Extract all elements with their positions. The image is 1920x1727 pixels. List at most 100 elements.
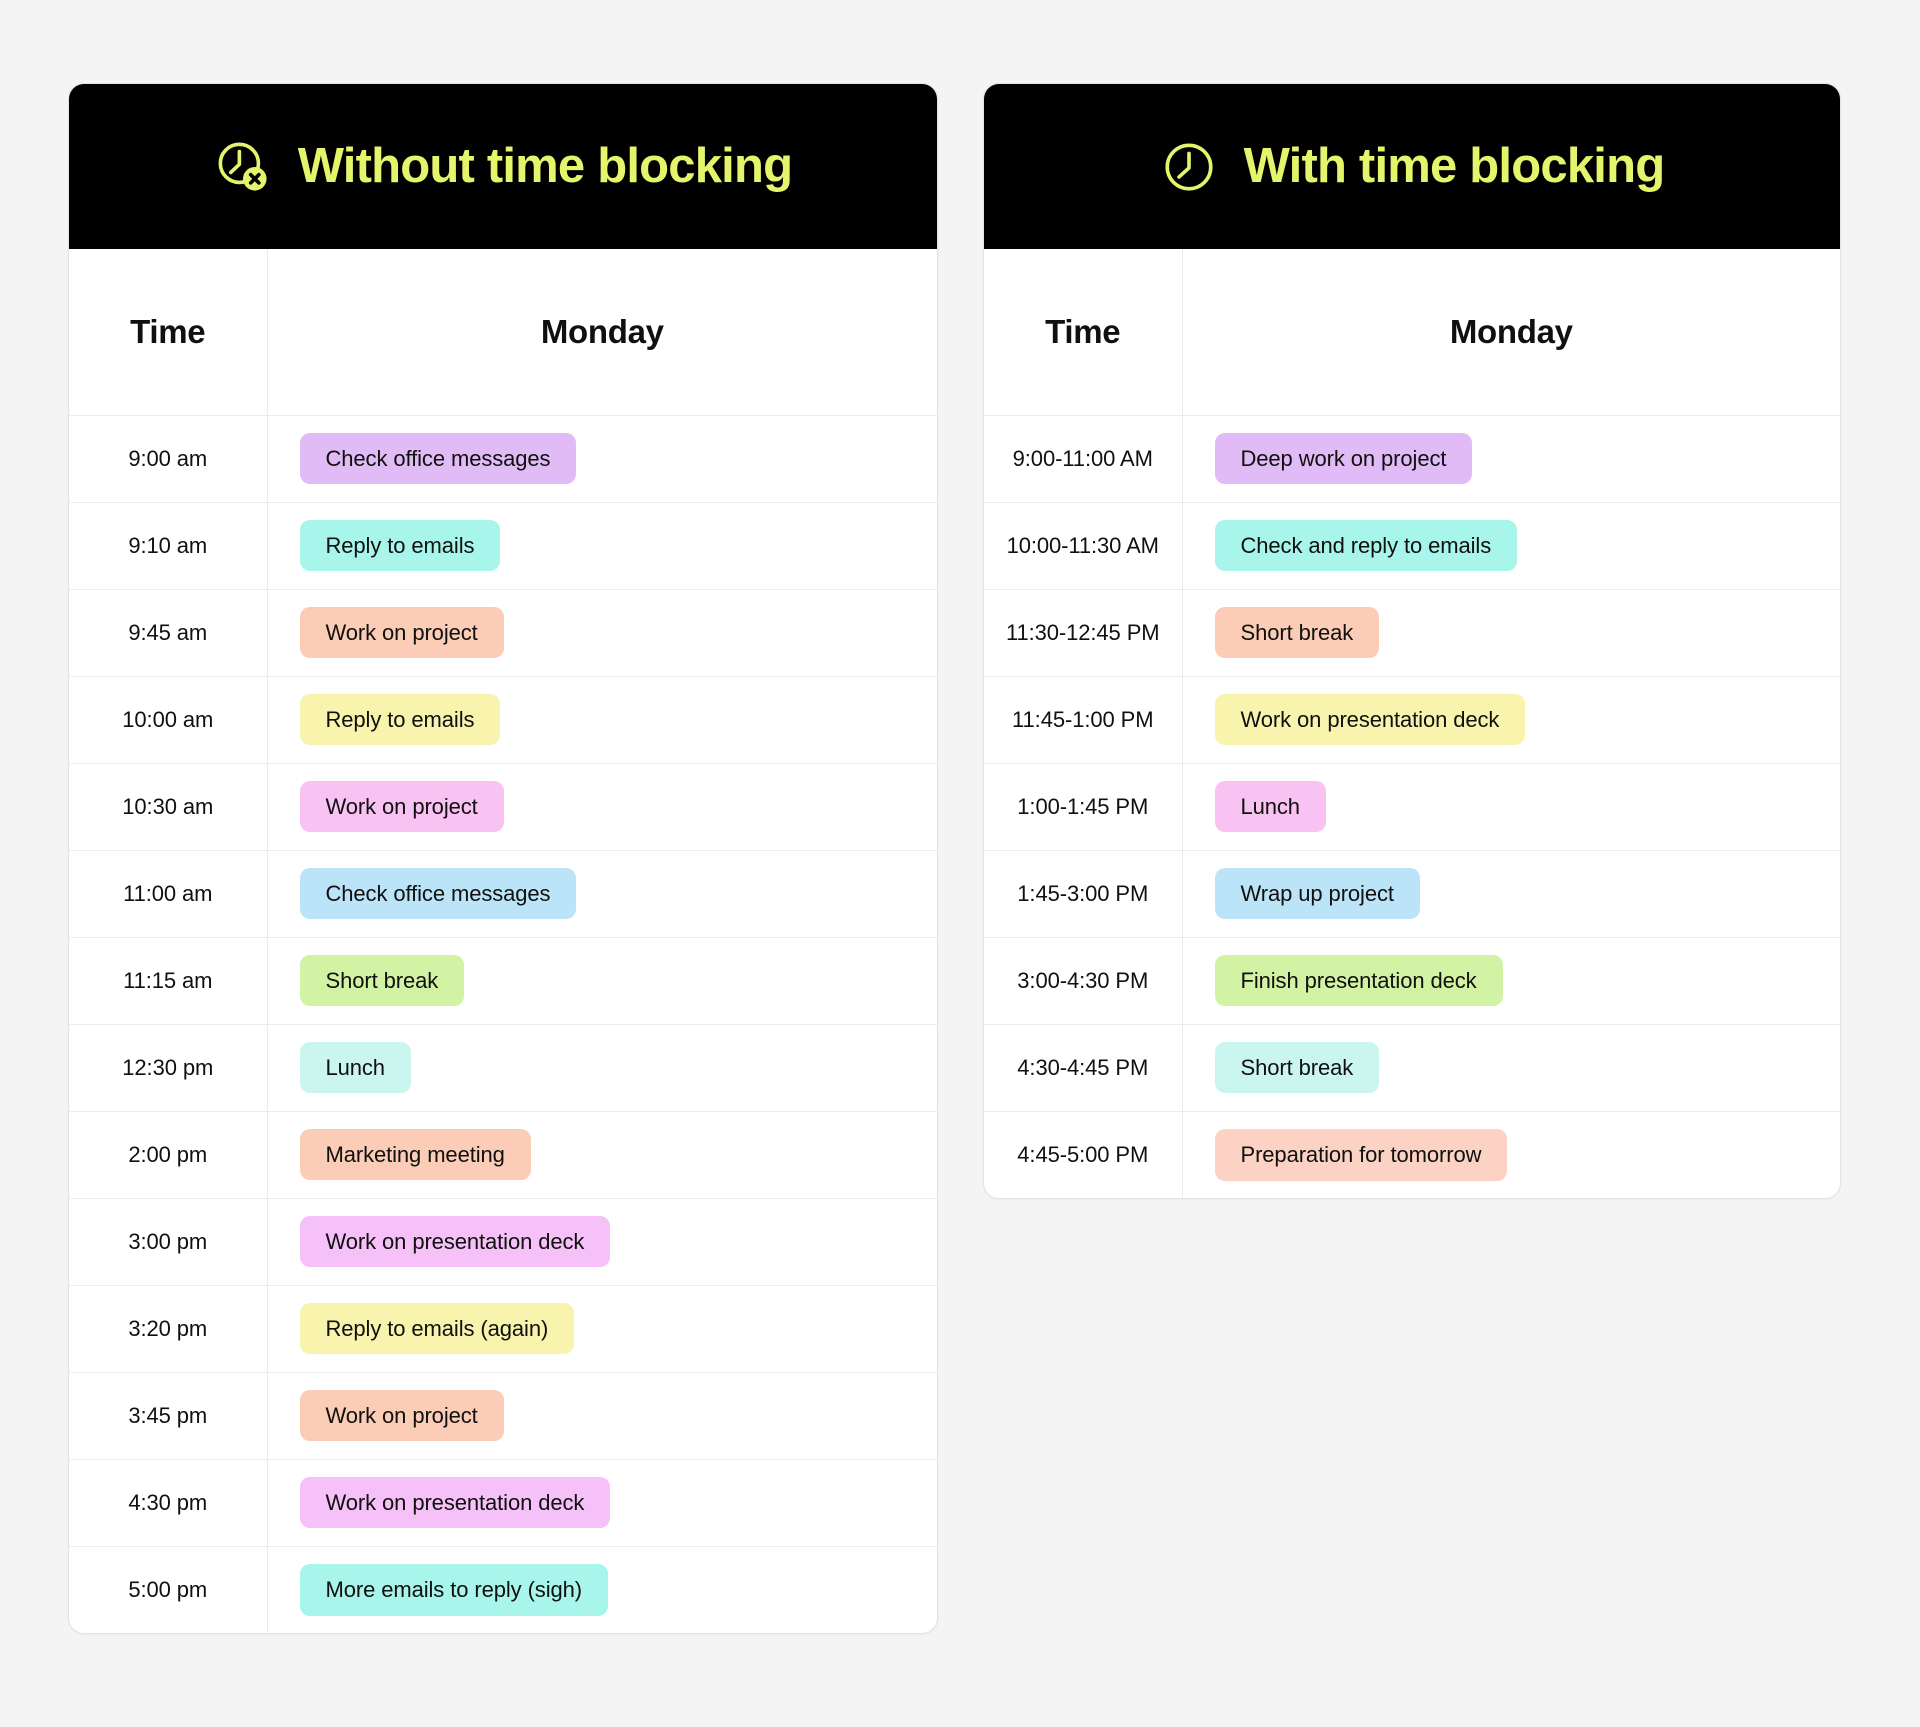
row-time: 3:00-4:30 PM	[984, 937, 1183, 1025]
table-row: 3:20 pm Reply to emails (again)	[69, 1285, 937, 1373]
task-tag[interactable]: Marketing meeting	[299, 1128, 531, 1181]
row-time: 12:30 pm	[69, 1024, 268, 1112]
row-task-cell: Check office messages	[267, 415, 937, 503]
page-root: Without time blocking Time Monday 9:00 a…	[0, 0, 1920, 1727]
task-tag[interactable]: Lunch	[1214, 780, 1326, 833]
task-tag[interactable]: Check office messages	[299, 867, 577, 920]
row-time: 9:10 am	[69, 502, 268, 590]
task-tag[interactable]: Short break	[1214, 1041, 1380, 1094]
row-time: 11:15 am	[69, 937, 268, 1025]
row-time: 9:45 am	[69, 589, 268, 677]
task-tag[interactable]: Short break	[299, 954, 465, 1007]
row-time: 1:45-3:00 PM	[984, 850, 1183, 938]
card-without-time-blocking: Without time blocking Time Monday 9:00 a…	[68, 83, 938, 1634]
table-row: 4:30 pm Work on presentation deck	[69, 1459, 937, 1547]
card-header-without: Without time blocking	[69, 84, 937, 249]
table-row: 12:30 pm Lunch	[69, 1024, 937, 1112]
task-tag[interactable]: Work on project	[299, 1389, 504, 1442]
comparison-cards: Without time blocking Time Monday 9:00 a…	[0, 83, 1920, 1634]
row-task-cell: Lunch	[267, 1024, 937, 1112]
task-tag[interactable]: Work on presentation deck	[1214, 693, 1526, 746]
table-row: 11:30-12:45 PM Short break	[984, 589, 1840, 677]
task-tag[interactable]: Short break	[1214, 606, 1380, 659]
table-row: 10:00-11:30 AM Check and reply to emails	[984, 502, 1840, 590]
row-time: 11:00 am	[69, 850, 268, 938]
table-row: 11:45-1:00 PM Work on presentation deck	[984, 676, 1840, 764]
row-task-cell: Short break	[267, 937, 937, 1025]
row-time: 4:30 pm	[69, 1459, 268, 1547]
row-time: 10:00-11:30 AM	[984, 502, 1183, 590]
table-row: 3:00 pm Work on presentation deck	[69, 1198, 937, 1286]
task-tag[interactable]: Work on presentation deck	[299, 1215, 611, 1268]
task-tag[interactable]: Reply to emails	[299, 693, 501, 746]
task-tag[interactable]: Work on project	[299, 606, 504, 659]
table-row: 9:45 am Work on project	[69, 589, 937, 677]
row-time: 11:30-12:45 PM	[984, 589, 1183, 677]
row-task-cell: More emails to reply (sigh)	[267, 1546, 937, 1633]
task-tag[interactable]: Work on project	[299, 780, 504, 833]
row-time: 10:00 am	[69, 676, 268, 764]
row-task-cell: Deep work on project	[1182, 415, 1840, 503]
row-task-cell: Short break	[1182, 589, 1840, 677]
row-task-cell: Finish presentation deck	[1182, 937, 1840, 1025]
row-time: 2:00 pm	[69, 1111, 268, 1199]
table-row: 10:30 am Work on project	[69, 763, 937, 851]
task-tag[interactable]: Check office messages	[299, 432, 577, 485]
table-row: 2:00 pm Marketing meeting	[69, 1111, 937, 1199]
table-row: 4:45-5:00 PM Preparation for tomorrow	[984, 1111, 1840, 1198]
row-task-cell: Lunch	[1182, 763, 1840, 851]
task-tag[interactable]: Preparation for tomorrow	[1214, 1128, 1508, 1181]
column-header-time: Time	[984, 249, 1183, 416]
row-time: 4:45-5:00 PM	[984, 1111, 1183, 1198]
task-tag[interactable]: Reply to emails (again)	[299, 1302, 575, 1355]
task-tag[interactable]: Check and reply to emails	[1214, 519, 1518, 572]
row-task-cell: Work on project	[267, 1372, 937, 1460]
row-time: 9:00 am	[69, 415, 268, 503]
row-task-cell: Reply to emails	[267, 502, 937, 590]
table-row: 1:00-1:45 PM Lunch	[984, 763, 1840, 851]
task-tag[interactable]: Lunch	[299, 1041, 411, 1094]
table-body-with: 9:00-11:00 AM Deep work on project 10:00-1…	[984, 415, 1840, 1198]
row-task-cell: Preparation for tomorrow	[1182, 1111, 1840, 1198]
row-task-cell: Work on project	[267, 763, 937, 851]
table-row: 5:00 pm More emails to reply (sigh)	[69, 1546, 937, 1633]
row-time: 11:45-1:00 PM	[984, 676, 1183, 764]
column-header-time: Time	[69, 249, 268, 416]
row-task-cell: Check and reply to emails	[1182, 502, 1840, 590]
table-row: 11:00 am Check office messages	[69, 850, 937, 938]
row-task-cell: Work on project	[267, 589, 937, 677]
task-tag[interactable]: Deep work on project	[1214, 432, 1473, 485]
table-row: 11:15 am Short break	[69, 937, 937, 1025]
table-row: 3:45 pm Work on project	[69, 1372, 937, 1460]
column-header-day: Monday	[1182, 249, 1840, 416]
table-row: 10:00 am Reply to emails	[69, 676, 937, 764]
table-row: 9:10 am Reply to emails	[69, 502, 937, 590]
row-task-cell: Wrap up project	[1182, 850, 1840, 938]
row-time: 3:00 pm	[69, 1198, 268, 1286]
row-task-cell: Short break	[1182, 1024, 1840, 1112]
task-tag[interactable]: Work on presentation deck	[299, 1476, 611, 1529]
row-time: 10:30 am	[69, 763, 268, 851]
row-task-cell: Work on presentation deck	[267, 1198, 937, 1286]
table-header-row: Time Monday	[984, 249, 1840, 416]
clock-icon	[1165, 142, 1213, 191]
schedule-table-with: Time Monday 9:00-11:00 AM Deep work on pr…	[984, 249, 1840, 1198]
table-row: 4:30-4:45 PM Short break	[984, 1024, 1840, 1112]
task-tag[interactable]: More emails to reply (sigh)	[299, 1563, 608, 1616]
task-tag[interactable]: Finish presentation deck	[1214, 954, 1503, 1007]
card-title: With time blocking	[1243, 139, 1666, 193]
row-task-cell: Work on presentation deck	[1182, 676, 1840, 764]
row-task-cell: Marketing meeting	[267, 1111, 937, 1199]
row-time: 1:00-1:45 PM	[984, 763, 1183, 851]
task-tag[interactable]: Reply to emails	[299, 519, 501, 572]
card-header-with: With time blocking	[984, 84, 1840, 249]
row-time: 9:00-11:00 AM	[984, 415, 1183, 503]
task-tag[interactable]: Wrap up project	[1214, 867, 1420, 920]
table-row: 9:00-11:00 AM Deep work on project	[984, 415, 1840, 503]
schedule-table-without: Time Monday 9:00 am Check office messages…	[69, 249, 937, 1633]
row-task-cell: Check office messages	[267, 850, 937, 938]
table-header-row: Time Monday	[69, 249, 937, 416]
table-row: 9:00 am Check office messages	[69, 415, 937, 503]
table-row: 3:00-4:30 PM Finish presentation deck	[984, 937, 1840, 1025]
column-header-day: Monday	[267, 249, 937, 416]
